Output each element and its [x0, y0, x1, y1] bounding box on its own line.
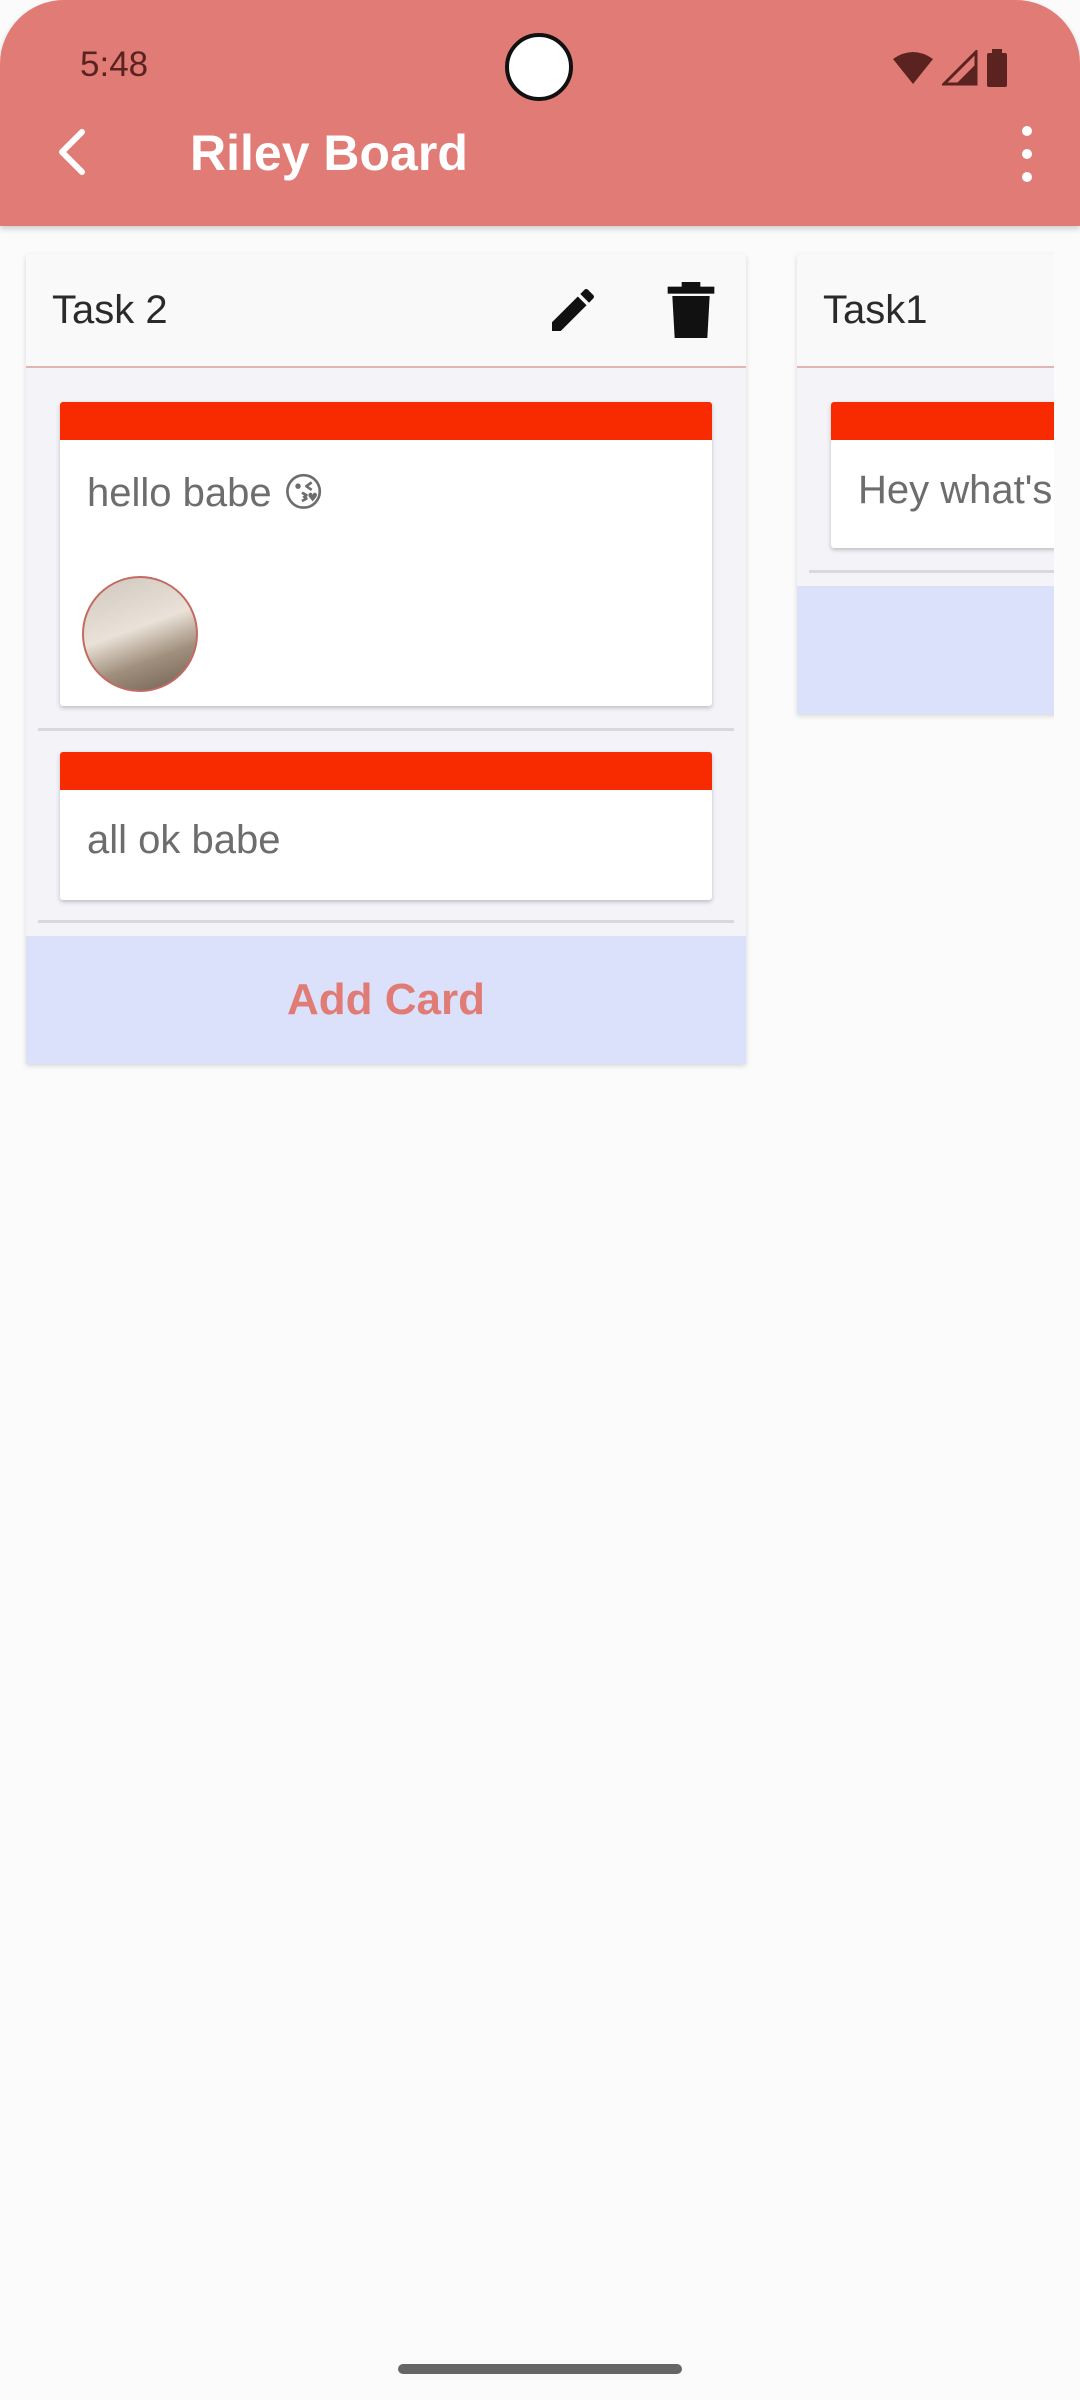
list-clip: Task1 Hey what's	[0, 0, 1054, 2400]
list-task1: Task1 Hey what's	[797, 254, 1054, 714]
divider	[809, 570, 1054, 573]
card[interactable]: Hey what's	[831, 402, 1054, 548]
card-text: Hey what's	[858, 468, 1053, 512]
screen: 5:48 Riley Board Task 2 hello babe 😘 all…	[0, 0, 1080, 2400]
list-header: Task1	[797, 254, 1054, 368]
gesture-navigation-bar[interactable]	[398, 2364, 682, 2374]
card-label-bar	[831, 402, 1054, 440]
list-title: Task1	[823, 288, 928, 332]
add-card-button[interactable]	[797, 586, 1054, 714]
